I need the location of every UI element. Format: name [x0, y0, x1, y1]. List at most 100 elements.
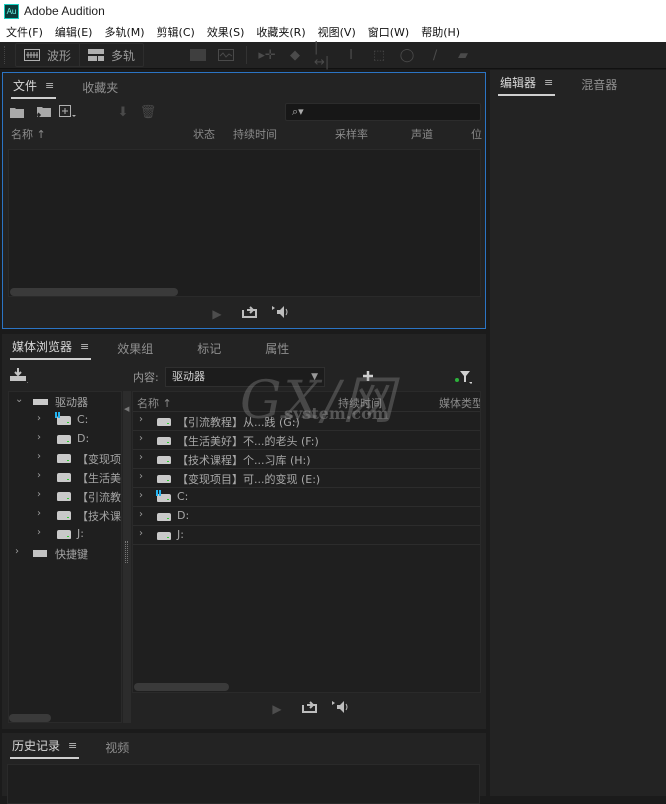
splitter-grip[interactable] — [125, 541, 128, 563]
tab-markers[interactable]: 标记 — [195, 340, 223, 360]
menu-favorites[interactable]: 收藏夹(R) — [256, 24, 305, 40]
slip-tool-icon[interactable]: |↔| — [314, 40, 332, 70]
menu-clip[interactable]: 剪辑(C) — [157, 24, 195, 40]
toolbar-grip[interactable] — [4, 46, 7, 64]
tab-video[interactable]: 视频 — [103, 739, 131, 759]
column-sample-rate[interactable]: 采样率 — [335, 126, 368, 142]
chevron-right-icon[interactable]: › — [139, 490, 143, 501]
column-media-type[interactable]: 媒体类型 — [439, 395, 480, 411]
import-file-icon[interactable] — [34, 104, 52, 120]
tree-item[interactable]: › D: — [9, 430, 121, 449]
tree-shortcuts[interactable]: › 快捷键 — [9, 544, 121, 563]
chevron-right-icon[interactable]: › — [139, 414, 143, 425]
waveform-mode-button[interactable]: 波形 — [16, 44, 81, 66]
tab-favorites[interactable]: 收藏夹 — [80, 79, 120, 99]
chevron-right-icon[interactable]: › — [139, 509, 143, 520]
add-shortcut-icon[interactable] — [360, 369, 378, 385]
chevron-right-icon[interactable]: › — [37, 432, 41, 443]
tab-editor[interactable]: 编辑器 ≡ — [498, 74, 556, 96]
insert-into-multitrack-icon[interactable]: ⬇ — [114, 104, 132, 120]
tree-item[interactable]: › 【引流教 — [9, 487, 121, 506]
tree-root-drives[interactable]: ⌄ 驱动器 — [9, 392, 121, 411]
panel-menu-icon[interactable]: ≡ — [80, 340, 89, 353]
tree-horizontal-scrollbar[interactable] — [9, 714, 51, 722]
chevron-right-icon[interactable]: › — [37, 451, 41, 462]
column-status[interactable]: 状态 — [193, 126, 215, 142]
menu-help[interactable]: 帮助(H) — [421, 24, 460, 40]
autoplay-icon[interactable] — [332, 700, 350, 717]
files-list[interactable] — [8, 149, 481, 297]
spot-healing-icon[interactable]: ▰ — [454, 46, 472, 64]
chevron-right-icon[interactable]: › — [139, 433, 143, 444]
column-bit-depth[interactable]: 位 — [471, 126, 482, 142]
chevron-right-icon[interactable]: › — [139, 471, 143, 482]
tab-history[interactable]: 历史记录 ≡ — [10, 737, 80, 759]
multitrack-mode-button[interactable]: 多轨 — [80, 44, 143, 66]
menu-effects[interactable]: 效果(S) — [207, 24, 245, 40]
pane-splitter[interactable]: ◀ — [123, 391, 131, 723]
tree-item[interactable]: › C: — [9, 411, 121, 430]
column-duration[interactable]: 持续时间 — [233, 126, 277, 142]
files-search-input[interactable]: ⌕▾ — [285, 103, 481, 121]
content-dropdown[interactable]: 驱动器 ▼ — [165, 367, 325, 387]
chevron-right-icon[interactable]: › — [37, 527, 41, 538]
panel-menu-icon[interactable]: ≡ — [544, 76, 553, 89]
loop-icon[interactable] — [300, 701, 318, 716]
marquee-icon[interactable]: ⬚ — [370, 46, 388, 64]
files-horizontal-scrollbar[interactable] — [10, 288, 178, 296]
list-item[interactable]: › D: — [133, 507, 480, 526]
menu-window[interactable]: 窗口(W) — [368, 24, 409, 40]
razor-tool-icon[interactable]: ◆ — [286, 46, 304, 64]
list-item[interactable]: › J: — [133, 526, 480, 545]
chevron-right-icon[interactable]: › — [37, 413, 41, 424]
menu-edit[interactable]: 编辑(E) — [55, 24, 93, 40]
column-duration[interactable]: 持续时间 — [338, 395, 382, 411]
lasso-icon[interactable]: ◯ — [398, 46, 416, 64]
play-icon[interactable]: ▶ — [208, 307, 226, 321]
chevron-right-icon[interactable]: › — [37, 470, 41, 481]
chevron-right-icon[interactable]: › — [15, 546, 19, 557]
add-location-icon[interactable] — [10, 368, 28, 384]
panel-menu-icon[interactable]: ≡ — [68, 739, 77, 752]
chevron-right-icon[interactable]: › — [37, 508, 41, 519]
column-name[interactable]: 名称 ↑ — [11, 126, 46, 142]
play-icon[interactable]: ▶ — [268, 702, 286, 716]
column-channels[interactable]: 声道 — [411, 126, 433, 142]
list-item[interactable]: › 【生活美好】不...的老头 (F:) — [133, 431, 480, 450]
spectral-pitch-icon[interactable] — [217, 46, 235, 64]
tree-item[interactable]: › 【生活美 — [9, 468, 121, 487]
move-tool-icon[interactable]: ▸✛ — [258, 46, 276, 64]
spectral-frequency-icon[interactable] — [189, 46, 207, 64]
menu-view[interactable]: 视图(V) — [318, 24, 356, 40]
tab-media-browser[interactable]: 媒体浏览器 ≡ — [10, 338, 92, 360]
panel-menu-icon[interactable]: ≡ — [45, 79, 54, 92]
chevron-right-icon[interactable]: › — [139, 452, 143, 463]
tab-files[interactable]: 文件 ≡ — [11, 77, 57, 99]
menu-file[interactable]: 文件(F) — [6, 24, 43, 40]
loop-icon[interactable] — [240, 306, 258, 321]
time-selection-icon[interactable]: I — [342, 46, 360, 64]
media-horizontal-scrollbar[interactable] — [134, 683, 229, 691]
tree-item[interactable]: › J: — [9, 525, 121, 544]
list-item[interactable]: › C: — [133, 488, 480, 507]
tab-mixer[interactable]: 混音器 — [579, 76, 619, 96]
chevron-down-icon[interactable]: ⌄ — [15, 394, 23, 405]
list-item[interactable]: › 【变现项目】可...的变现 (E:) — [133, 469, 480, 488]
chevron-right-icon[interactable]: › — [37, 489, 41, 500]
menu-multitrack[interactable]: 多轨(M) — [104, 24, 144, 40]
open-file-icon[interactable] — [9, 104, 27, 120]
delete-icon[interactable]: 🗑 — [139, 104, 157, 120]
column-name[interactable]: 名称 ↑ — [137, 395, 172, 411]
new-file-icon[interactable] — [59, 104, 77, 120]
list-item[interactable]: › 【引流教程】从...践 (G:) — [133, 412, 480, 431]
tab-effects-rack[interactable]: 效果组 — [115, 340, 155, 360]
tab-properties[interactable]: 属性 — [263, 340, 291, 360]
chevron-right-icon[interactable]: › — [139, 528, 143, 539]
filter-icon[interactable] — [454, 369, 472, 385]
autoplay-icon[interactable] — [272, 305, 290, 322]
history-list[interactable] — [7, 764, 480, 804]
tree-item[interactable]: › 【变现项 — [9, 449, 121, 468]
tree-item[interactable]: › 【技术课 — [9, 506, 121, 525]
brush-icon[interactable]: ∕ — [426, 46, 444, 64]
collapse-arrow-icon[interactable]: ◀ — [124, 405, 129, 413]
